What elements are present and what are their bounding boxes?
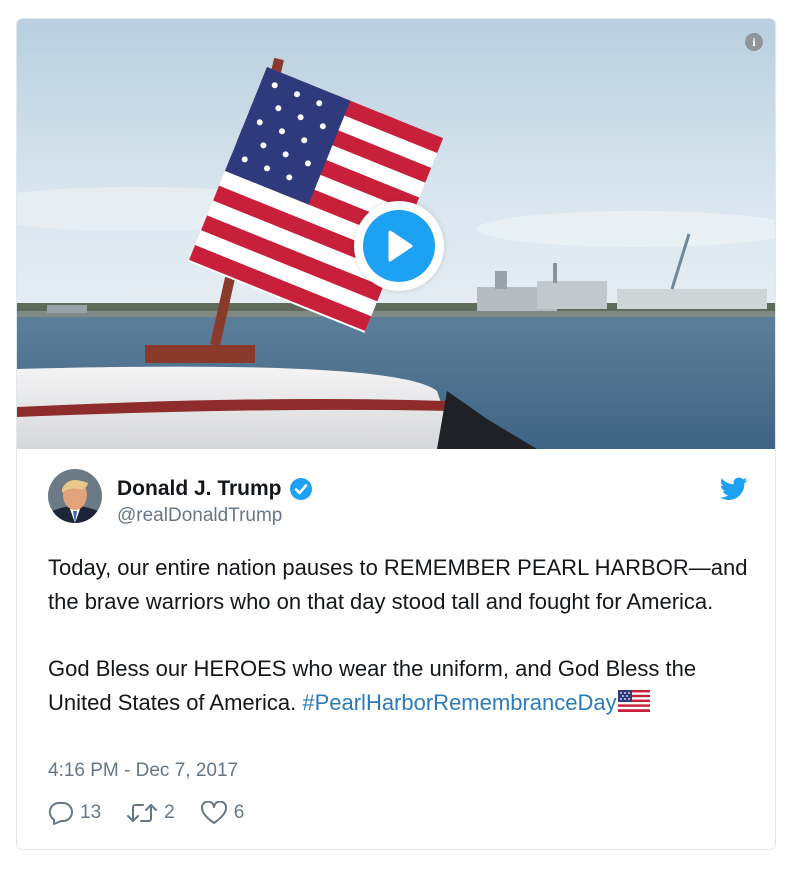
retweet-icon — [127, 804, 158, 822]
video-thumbnail[interactable]: i — [17, 19, 775, 449]
hashtag-link[interactable]: #PearlHarborRemembranceDay — [302, 690, 616, 715]
info-icon[interactable]: i — [745, 33, 763, 51]
twitter-bird-icon[interactable] — [720, 477, 748, 501]
heart-icon — [200, 801, 227, 824]
tweet-timestamp[interactable]: 4:16 PM - Dec 7, 2017 — [48, 760, 238, 782]
tweet-card: i Donald J. Trump @realDonaldTrump Today… — [16, 18, 776, 850]
avatar-image — [48, 469, 102, 523]
tweet-actions: 13 2 6 — [48, 801, 244, 825]
verified-badge-icon — [289, 478, 312, 500]
us-flag-emoji-icon — [617, 690, 650, 712]
tweet-paragraph: Today, our entire nation pauses to REMEM… — [48, 555, 748, 614]
play-button[interactable] — [354, 201, 444, 291]
tweet-text: Today, our entire nation pauses to REMEM… — [48, 551, 758, 720]
reply-button[interactable]: 13 — [48, 801, 101, 825]
tweet-paragraph: God Bless our HEROES who wear the unifor… — [48, 652, 758, 720]
like-button[interactable]: 6 — [200, 801, 245, 825]
like-count: 6 — [233, 802, 245, 823]
author-handle[interactable]: @realDonaldTrump — [117, 505, 282, 527]
reply-icon — [48, 801, 73, 825]
avatar[interactable] — [48, 469, 102, 523]
tweet-header: Donald J. Trump @realDonaldTrump — [48, 469, 748, 529]
author-name-row[interactable]: Donald J. Trump — [117, 477, 313, 501]
reply-count: 13 — [80, 802, 102, 823]
retweet-button[interactable]: 2 — [126, 801, 175, 825]
retweet-count: 2 — [164, 802, 175, 823]
author-display-name: Donald J. Trump — [117, 477, 282, 500]
play-icon — [388, 230, 413, 262]
